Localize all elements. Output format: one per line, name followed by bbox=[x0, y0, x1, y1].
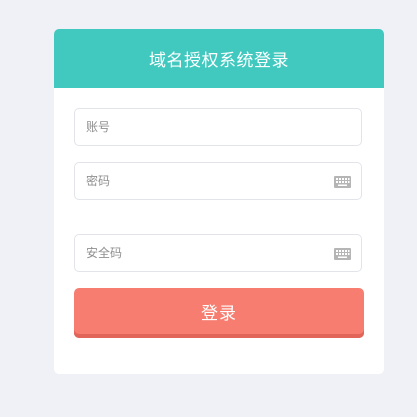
login-title: 域名授权系统登录 bbox=[54, 29, 384, 88]
account-field[interactable] bbox=[74, 108, 362, 146]
security-code-input[interactable] bbox=[75, 235, 361, 271]
password-field[interactable] bbox=[74, 162, 362, 200]
keyboard-icon[interactable] bbox=[334, 176, 351, 188]
password-input[interactable] bbox=[75, 163, 361, 199]
account-input[interactable] bbox=[75, 109, 361, 145]
login-card: 域名授权系统登录 账号 安全码 登录 bbox=[54, 29, 384, 374]
security-code-field[interactable] bbox=[74, 234, 362, 272]
keyboard-icon[interactable] bbox=[334, 248, 351, 260]
login-button[interactable]: 登录 bbox=[74, 288, 364, 338]
